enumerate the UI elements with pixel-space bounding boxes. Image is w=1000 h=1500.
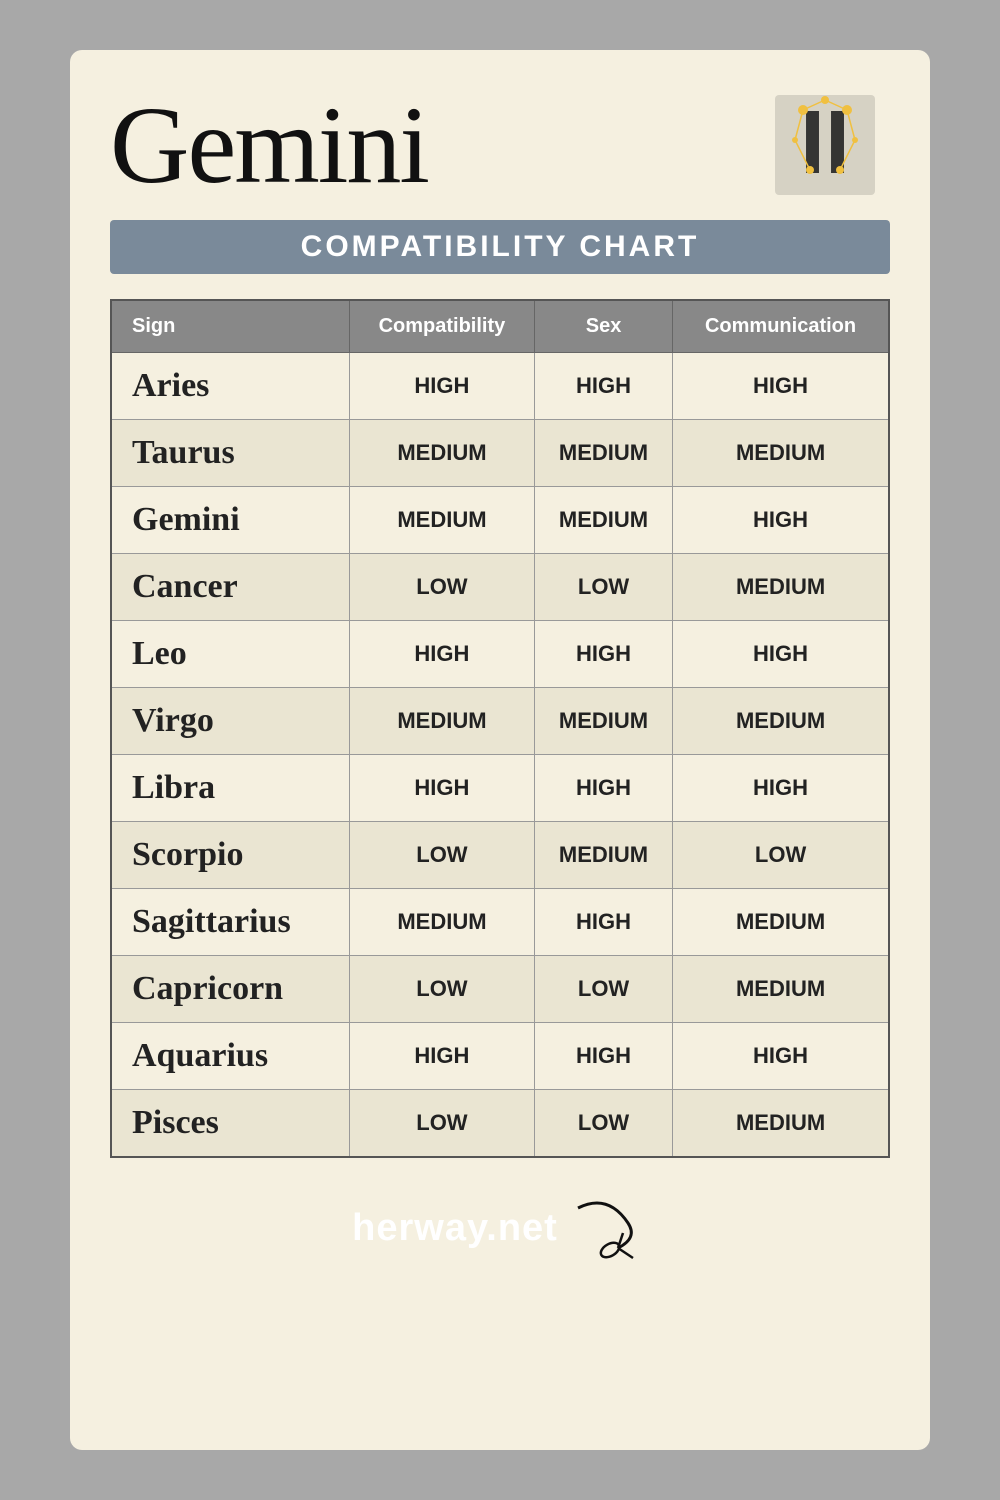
table-header-row: Sign Compatibility Sex Communication [111,300,889,353]
sign-cell-cancer: Cancer [111,554,349,621]
communication-value: HIGH [673,1023,889,1090]
sex-value: HIGH [534,755,672,822]
communication-value: MEDIUM [673,554,889,621]
sex-value: MEDIUM [534,822,672,889]
table-row: LeoHIGHHIGHHIGH [111,621,889,688]
compatibility-table: Sign Compatibility Sex Communication Ari… [110,299,890,1158]
communication-value: HIGH [673,353,889,420]
table-row: VirgoMEDIUMMEDIUMMEDIUM [111,688,889,755]
gemini-symbol-icon: II [760,80,890,210]
sign-cell-libra: Libra [111,755,349,822]
main-card: Gemini II [70,50,930,1450]
col-header-sex: Sex [534,300,672,353]
footer: herway.net [110,1188,890,1268]
table-row: CapricornLOWLOWMEDIUM [111,956,889,1023]
communication-value: HIGH [673,487,889,554]
sex-value: HIGH [534,353,672,420]
doodle-arrow-icon [568,1188,648,1268]
compatibility-value: MEDIUM [349,487,534,554]
compatibility-value: LOW [349,956,534,1023]
communication-value: HIGH [673,621,889,688]
compatibility-value: LOW [349,1090,534,1158]
table-row: SagittariusMEDIUMHIGHMEDIUM [111,889,889,956]
col-header-compatibility: Compatibility [349,300,534,353]
sign-cell-aquarius: Aquarius [111,1023,349,1090]
sign-cell-gemini: Gemini [111,487,349,554]
sign-cell-taurus: Taurus [111,420,349,487]
compatibility-value: MEDIUM [349,688,534,755]
table-row: LibraHIGHHIGHHIGH [111,755,889,822]
table-row: AriesHIGHHIGHHIGH [111,353,889,420]
col-header-sign: Sign [111,300,349,353]
compatibility-value: HIGH [349,621,534,688]
sex-value: MEDIUM [534,688,672,755]
table-row: ScorpioLOWMEDIUMLOW [111,822,889,889]
subtitle-bar: COMPATIBILITY CHART [110,220,890,274]
compatibility-value: MEDIUM [349,889,534,956]
sex-value: LOW [534,554,672,621]
sex-value: LOW [534,1090,672,1158]
sex-value: MEDIUM [534,420,672,487]
sign-cell-virgo: Virgo [111,688,349,755]
sign-cell-aries: Aries [111,353,349,420]
compatibility-value: HIGH [349,755,534,822]
communication-value: MEDIUM [673,889,889,956]
table-row: TaurusMEDIUMMEDIUMMEDIUM [111,420,889,487]
compatibility-value: HIGH [349,353,534,420]
communication-value: HIGH [673,755,889,822]
table-row: GeminiMEDIUMMEDIUMHIGH [111,487,889,554]
communication-value: MEDIUM [673,688,889,755]
website-label: herway.net [352,1207,558,1250]
compatibility-value: LOW [349,554,534,621]
sex-value: HIGH [534,621,672,688]
sex-value: MEDIUM [534,487,672,554]
table-row: PiscesLOWLOWMEDIUM [111,1090,889,1158]
communication-value: LOW [673,822,889,889]
compatibility-value: HIGH [349,1023,534,1090]
sign-cell-scorpio: Scorpio [111,822,349,889]
sex-value: LOW [534,956,672,1023]
communication-value: MEDIUM [673,420,889,487]
sign-cell-sagittarius: Sagittarius [111,889,349,956]
sign-cell-pisces: Pisces [111,1090,349,1158]
table-row: AquariusHIGHHIGHHIGH [111,1023,889,1090]
sign-cell-leo: Leo [111,621,349,688]
sex-value: HIGH [534,889,672,956]
sign-cell-capricorn: Capricorn [111,956,349,1023]
col-header-communication: Communication [673,300,889,353]
table-row: CancerLOWLOWMEDIUM [111,554,889,621]
compatibility-value: MEDIUM [349,420,534,487]
sex-value: HIGH [534,1023,672,1090]
gemini-title: Gemini [110,90,760,200]
communication-value: MEDIUM [673,1090,889,1158]
compatibility-value: LOW [349,822,534,889]
communication-value: MEDIUM [673,956,889,1023]
header: Gemini II [110,80,890,210]
